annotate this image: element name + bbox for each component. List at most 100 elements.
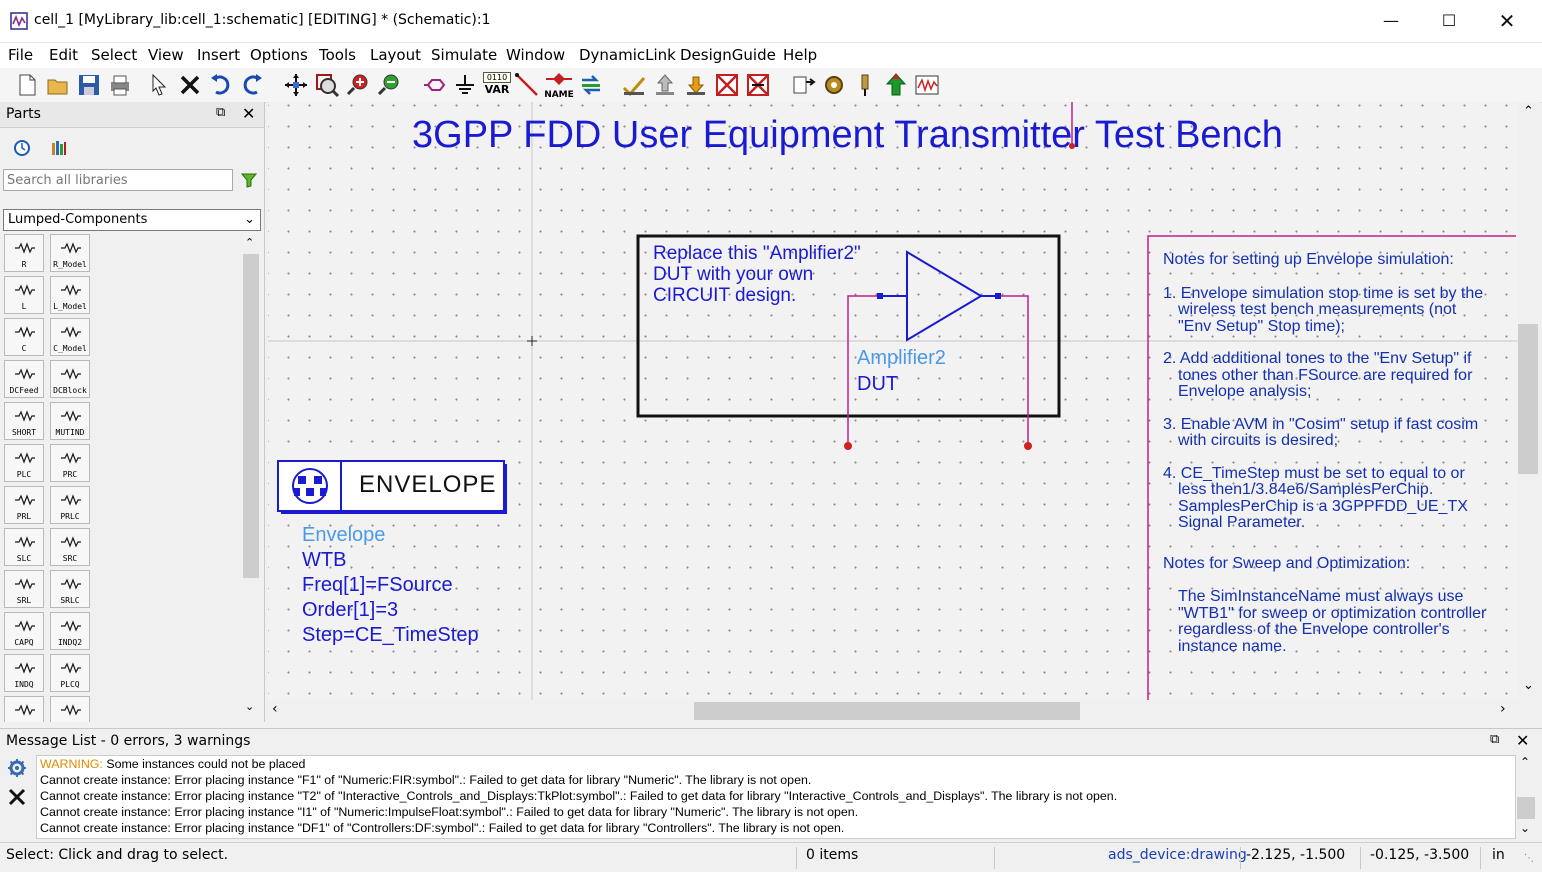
zoom-area-icon[interactable]: [314, 72, 340, 98]
wire-icon[interactable]: [514, 72, 540, 98]
menu-window[interactable]: Window: [506, 46, 565, 64]
component-l[interactable]: L: [4, 276, 44, 314]
scroll-down-icon[interactable]: ⌄: [245, 700, 254, 713]
deactivate-icon[interactable]: [714, 72, 740, 98]
component-short[interactable]: SHORT: [4, 402, 44, 440]
new-document-icon[interactable]: [14, 72, 40, 98]
scroll-down-icon[interactable]: ⌄: [1523, 678, 1534, 693]
push-up-icon[interactable]: [652, 72, 678, 98]
symbol-icon[interactable]: [790, 72, 816, 98]
component-mutind[interactable]: MUTIND: [50, 402, 90, 440]
library-select[interactable]: Lumped-Components ⌄: [3, 209, 261, 231]
menu-tools[interactable]: Tools: [319, 46, 356, 64]
close-icon[interactable]: ✕: [1478, 0, 1536, 42]
print-icon[interactable]: [107, 72, 133, 98]
scroll-right-icon[interactable]: ›: [1500, 701, 1506, 717]
menu-select[interactable]: Select: [91, 46, 137, 64]
undock-icon[interactable]: ⧉: [1490, 732, 1499, 747]
resize-grip-icon[interactable]: ⋱: [1524, 853, 1534, 864]
redo-icon[interactable]: [239, 72, 265, 98]
palette-scroll-thumb[interactable]: [243, 254, 259, 578]
parts-close-icon[interactable]: ✕: [242, 104, 255, 123]
tuning-icon[interactable]: [821, 72, 847, 98]
component-srlc[interactable]: SRLC: [50, 570, 90, 608]
open-folder-icon[interactable]: [45, 72, 71, 98]
canvas-hscroll-thumb[interactable]: [694, 702, 1080, 720]
message-list[interactable]: WARNING: Some instances could not be pla…: [36, 755, 1516, 839]
scroll-up-icon[interactable]: ⌃: [1520, 755, 1530, 769]
port-icon[interactable]: [421, 72, 447, 98]
zoom-out-icon[interactable]: [376, 72, 402, 98]
probe-icon[interactable]: [852, 72, 878, 98]
menu-layout[interactable]: Layout: [370, 46, 421, 64]
select-pointer-icon[interactable]: [146, 72, 172, 98]
delete-icon[interactable]: [177, 72, 203, 98]
amplifier-instance[interactable]: DUT: [857, 373, 898, 396]
library-browser-icon[interactable]: [50, 139, 68, 157]
clear-messages-icon[interactable]: [7, 787, 27, 807]
maximize-icon[interactable]: ☐: [1420, 0, 1478, 42]
component-r[interactable]: R: [4, 234, 44, 272]
minimize-icon[interactable]: —: [1362, 0, 1420, 42]
component-c[interactable]: C: [4, 318, 44, 356]
envelope-label[interactable]: ENVELOPE: [359, 471, 496, 499]
recent-parts-icon[interactable]: [13, 139, 31, 157]
wire-label-icon[interactable]: NAME: [544, 72, 574, 100]
menu-view[interactable]: View: [148, 46, 184, 64]
menu-file[interactable]: File: [8, 46, 33, 64]
component-unnamed[interactable]: [4, 696, 44, 722]
component-unnamed[interactable]: [50, 696, 90, 722]
ground-icon[interactable]: [452, 72, 478, 98]
schematic-canvas[interactable]: 3GPP FDD User Equipment Transmitter Test…: [268, 102, 1518, 700]
menu-options[interactable]: Options: [250, 46, 308, 64]
message-close-icon[interactable]: ✕: [1516, 731, 1529, 750]
component-indq[interactable]: INDQ: [4, 654, 44, 692]
parts-search-input[interactable]: Search all libraries: [3, 169, 233, 191]
undock-icon[interactable]: ⧉: [216, 105, 225, 120]
canvas-vertical-scrollbar[interactable]: ⌃ ⌄: [1518, 102, 1540, 700]
zoom-in-icon[interactable]: [345, 72, 371, 98]
menu-insert[interactable]: Insert: [197, 46, 240, 64]
menu-simulate[interactable]: Simulate: [431, 46, 497, 64]
amplifier-name[interactable]: Amplifier2: [857, 347, 946, 370]
status-layer[interactable]: ads_device:drawing: [1108, 847, 1247, 863]
gear-icon[interactable]: [7, 758, 27, 778]
scroll-up-icon[interactable]: ⌃: [1523, 104, 1534, 119]
menu-help[interactable]: Help: [783, 46, 817, 64]
menu-designguide[interactable]: DesignGuide: [680, 46, 776, 64]
component-c_model[interactable]: C_Model: [50, 318, 90, 356]
move-icon[interactable]: [283, 72, 309, 98]
canvas-horizontal-scrollbar[interactable]: ‹ ›: [268, 700, 1518, 722]
scroll-left-icon[interactable]: ‹: [272, 701, 278, 717]
component-dcfeed[interactable]: DCFeed: [4, 360, 44, 398]
save-icon[interactable]: [76, 72, 102, 98]
canvas-vscroll-thumb[interactable]: [1518, 324, 1538, 474]
component-prlc[interactable]: PRLC: [50, 486, 90, 524]
component-src[interactable]: SRC: [50, 528, 90, 566]
scroll-down-icon[interactable]: ⌄: [1520, 821, 1530, 835]
message-scroll-thumb[interactable]: [1517, 797, 1535, 819]
menu-edit[interactable]: Edit: [49, 46, 78, 64]
component-indq2[interactable]: INDQ2: [50, 612, 90, 650]
filter-icon[interactable]: [241, 172, 257, 188]
undo-icon[interactable]: [208, 72, 234, 98]
component-prl[interactable]: PRL: [4, 486, 44, 524]
menu-dynamiclink[interactable]: DynamicLink: [579, 46, 676, 64]
component-dcblock[interactable]: DCBlock: [50, 360, 90, 398]
component-slc[interactable]: SLC: [4, 528, 44, 566]
optimize-icon[interactable]: [883, 72, 909, 98]
component-capq[interactable]: CAPQ: [4, 612, 44, 650]
check-design-icon[interactable]: [621, 72, 647, 98]
var-equation-icon[interactable]: 0110 VAR: [483, 72, 511, 98]
message-scrollbar[interactable]: ⌃ ⌄: [1516, 755, 1538, 839]
component-prc[interactable]: PRC: [50, 444, 90, 482]
component-srl[interactable]: SRL: [4, 570, 44, 608]
simulate-icon[interactable]: [578, 72, 604, 98]
deactivate-short-icon[interactable]: [745, 72, 771, 98]
push-into-icon[interactable]: [683, 72, 709, 98]
palette-scrollbar[interactable]: ⌃ ⌄: [242, 234, 260, 720]
component-l_model[interactable]: L_Model: [50, 276, 90, 314]
data-display-icon[interactable]: [914, 72, 940, 98]
component-plc[interactable]: PLC: [4, 444, 44, 482]
component-plcq[interactable]: PLCQ: [50, 654, 90, 692]
